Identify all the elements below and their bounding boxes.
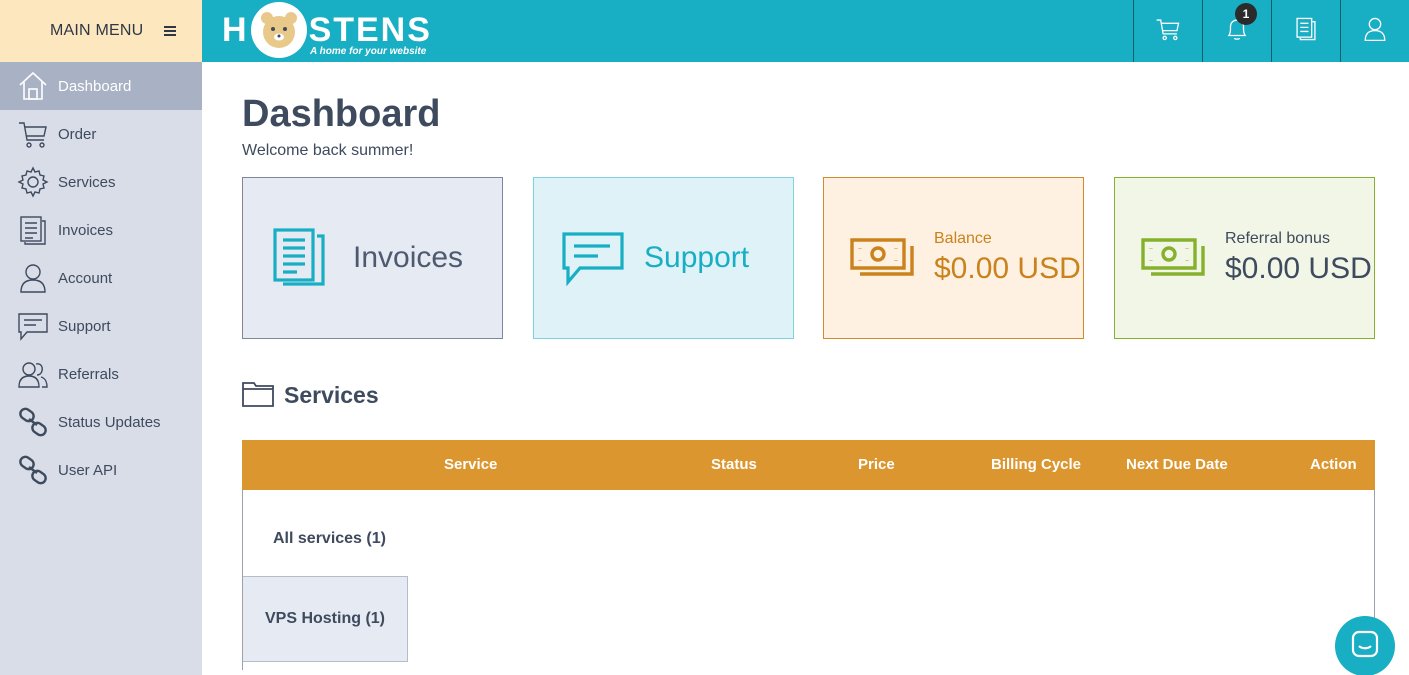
notification-badge: 1 (1235, 3, 1257, 25)
table-body: All services (1) VPS Hosting (1) (242, 490, 1375, 670)
support-card[interactable]: Support (533, 177, 794, 339)
sidebar-item-referrals[interactable]: Referrals (0, 350, 202, 398)
sidebar-item-label: Dashboard (58, 77, 132, 95)
sidebar-item-label: Status Updates (58, 413, 161, 431)
all-services-label[interactable]: All services (1) (273, 530, 386, 548)
sidebar-item-label: Services (58, 173, 116, 191)
sidebar-item-user-api[interactable]: User API (0, 446, 202, 494)
header-invoices-button[interactable] (1271, 0, 1340, 62)
column-header-next-due-date[interactable]: Next Due Date (1126, 440, 1228, 490)
vps-hosting-tab[interactable]: VPS Hosting (1) (243, 576, 408, 662)
referral-card[interactable]: Referral bonus $0.00 USD (1114, 177, 1375, 339)
support-card-label: Support (644, 241, 750, 274)
logo-text-left: H (222, 11, 249, 49)
sidebar-item-order[interactable]: Order (0, 110, 202, 158)
cart-icon (16, 117, 50, 151)
sidebar-item-account[interactable]: Account (0, 254, 202, 302)
header-cart-button[interactable] (1133, 0, 1202, 62)
bear-logo-icon (250, 2, 307, 58)
sidebar-item-support[interactable]: Support (0, 302, 202, 350)
users-icon (16, 357, 50, 391)
logo[interactable]: H STENS A home for your website (222, 2, 432, 58)
sidebar-nav: Dashboard Order Services Invoices Accoun… (0, 62, 202, 494)
live-chat-button[interactable] (1335, 616, 1395, 675)
referral-label: Referral bonus (1225, 230, 1330, 247)
header-account-button[interactable] (1340, 0, 1409, 62)
logo-text-right: STENS (308, 11, 432, 49)
main-menu-title: MAIN MENU (50, 22, 144, 39)
logo-tagline: A home for your website (310, 46, 427, 57)
sidebar-item-label: Account (58, 269, 113, 287)
link-icon (16, 453, 50, 487)
gear-icon (16, 165, 50, 199)
money-icon (1141, 226, 1205, 290)
chat-icon (16, 309, 50, 343)
balance-card[interactable]: Balance $0.00 USD (823, 177, 1084, 339)
app: MAIN MENU Dashboard Order Services Invoi… (0, 0, 1409, 675)
main-content: Dashboard Welcome back summer! Invoices … (242, 62, 1375, 670)
user-icon (16, 261, 50, 295)
invoices-card-label: Invoices (353, 241, 464, 274)
balance-stack: Balance $0.00 USD (934, 230, 1081, 286)
referral-stack: Referral bonus $0.00 USD (1225, 230, 1372, 286)
sidebar-item-label: Support (58, 317, 111, 335)
header-actions: 1 (1133, 0, 1409, 62)
folder-icon (242, 379, 274, 412)
sidebar-item-label: Invoices (58, 221, 114, 239)
column-header-price[interactable]: Price (858, 440, 895, 490)
column-header-status[interactable]: Status (711, 440, 757, 490)
chat-bubble-icon (1350, 629, 1380, 664)
invoice-icon (16, 213, 50, 247)
referral-value: $0.00 USD (1225, 252, 1372, 285)
link-icon (16, 405, 50, 439)
page-title: Dashboard (242, 93, 441, 135)
cart-icon (1155, 16, 1181, 47)
services-table: Service Status Price Billing Cycle Next … (242, 440, 1375, 670)
hamburger-icon[interactable] (164, 26, 176, 36)
sidebar-item-label: Referrals (58, 365, 119, 383)
welcome-message: Welcome back summer! (242, 142, 414, 159)
sidebar-item-services[interactable]: Services (0, 158, 202, 206)
services-section-header: Services (242, 379, 1375, 412)
column-header-billing-cycle[interactable]: Billing Cycle (991, 440, 1081, 490)
user-icon (1362, 16, 1388, 47)
balance-label: Balance (934, 230, 992, 247)
money-icon (850, 226, 914, 290)
chat-icon (560, 226, 624, 290)
sidebar-item-invoices[interactable]: Invoices (0, 206, 202, 254)
main-menu-header: MAIN MENU (0, 0, 202, 62)
balance-value: $0.00 USD (934, 252, 1081, 285)
column-header-service[interactable]: Service (444, 440, 497, 490)
sidebar-item-status-updates[interactable]: Status Updates (0, 398, 202, 446)
sidebar-item-dashboard[interactable]: Dashboard (0, 62, 202, 110)
summary-cards: Invoices Support Balance $0.00 USD Refer… (242, 177, 1375, 339)
invoices-card[interactable]: Invoices (242, 177, 503, 339)
sidebar-item-label: User API (58, 461, 118, 479)
invoice-icon (269, 226, 333, 290)
services-title: Services (284, 382, 379, 408)
sidebar-item-label: Order (58, 125, 97, 143)
top-bar: H STENS A home for your website 1 (202, 0, 1409, 62)
sidebar: MAIN MENU Dashboard Order Services Invoi… (0, 0, 202, 675)
document-icon (1293, 16, 1319, 47)
table-header: Service Status Price Billing Cycle Next … (242, 440, 1375, 490)
home-icon (16, 69, 50, 103)
column-header-action: Action (1310, 456, 1357, 473)
header-notifications-button[interactable]: 1 (1202, 0, 1271, 62)
